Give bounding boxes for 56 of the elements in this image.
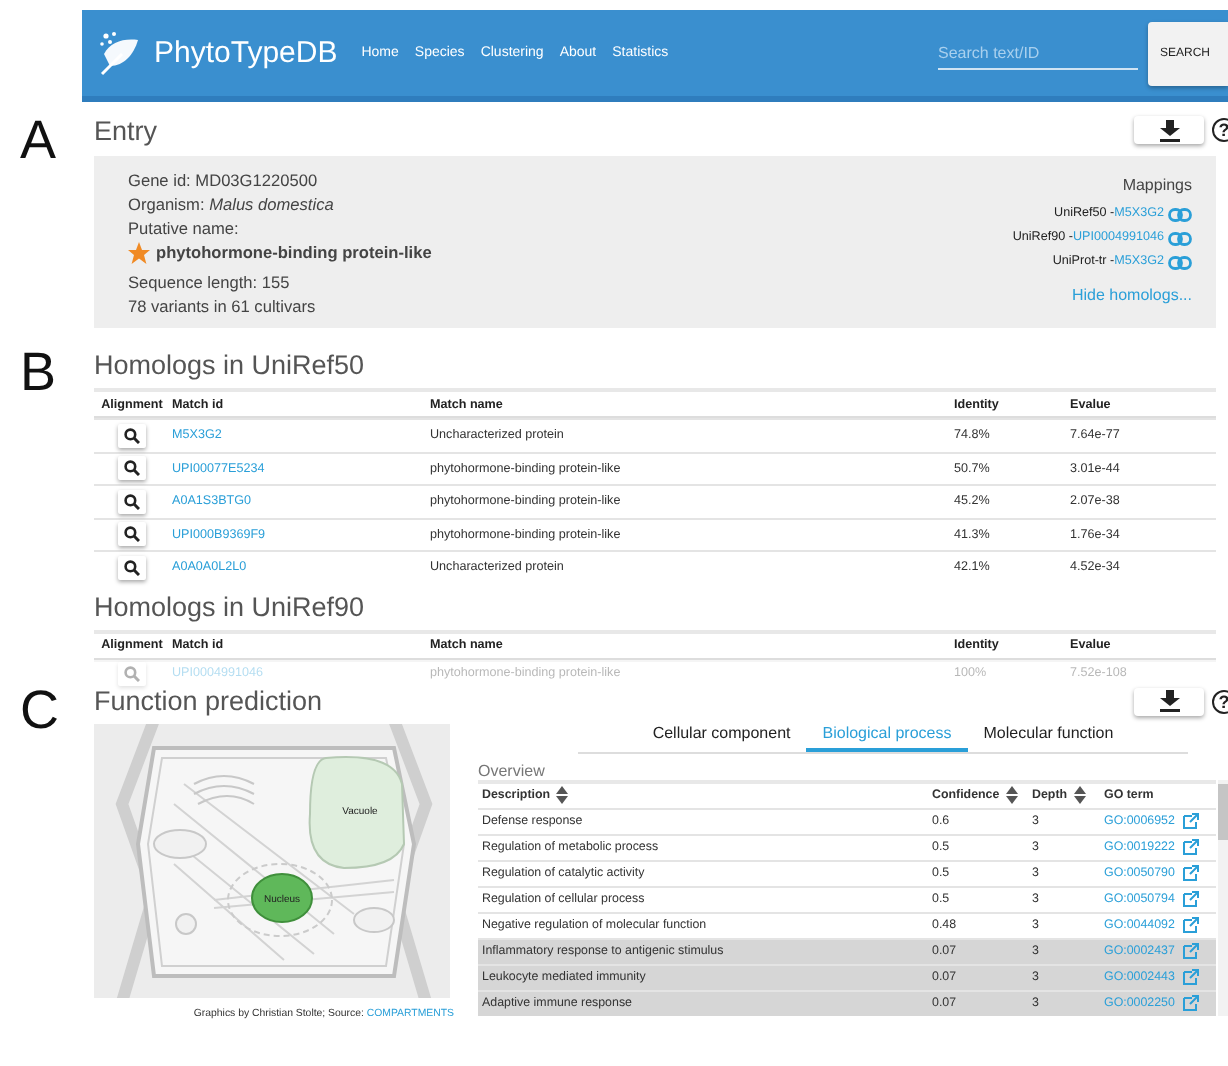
alignment-button[interactable] [118,456,146,481]
link-icon [1168,255,1192,269]
external-link-icon [1182,890,1201,908]
brand-name[interactable]: PhytoTypeDB [154,36,338,70]
alignment-button[interactable] [118,423,146,448]
entry-field: Gene id: MD03G1220500 [128,168,432,192]
download-button[interactable] [1134,116,1204,144]
external-link-icon [1182,838,1201,856]
mappings-title: Mappings [1122,176,1192,194]
scrollbar[interactable] [1218,779,1228,1015]
entry-field: Putative name: [128,216,432,240]
putative-name: phytohormone-binding protein-like [156,240,432,264]
entry-field: Organism: Malus domestica [128,192,432,216]
scrollbar-thumb[interactable] [1218,783,1228,839]
external-link-icon [1182,916,1201,934]
star-icon [128,241,150,263]
search-icon [124,559,140,576]
panel-label: A [18,114,59,168]
link-icon [1168,231,1192,245]
section-title: Entry [94,115,160,145]
external-link-icon [1182,994,1201,1012]
alignment-button[interactable] [118,555,146,580]
external-link-icon [1182,968,1201,986]
alignment-button[interactable] [118,489,146,514]
section-title: Homologs in UniRef90 [94,591,367,621]
help-icon[interactable]: ? [1212,689,1228,713]
help-icon[interactable]: ? [1212,118,1228,142]
entry-field: 78 variants in 61 cultivars [128,294,432,318]
section-title: Homologs in UniRef50 [94,350,367,380]
search-icon [124,493,140,510]
sort-icon [1073,786,1086,804]
tab[interactable]: Biological process [806,719,968,751]
tab[interactable]: Molecular function [967,719,1130,751]
search-field[interactable]: Search text/ID [938,37,1138,69]
link-icon [1168,207,1192,221]
sort-icon [1005,786,1018,804]
tab[interactable]: Cellular component [636,719,807,751]
sort-icon [556,786,569,804]
download-icon [1159,690,1179,712]
hide-homologs-link[interactable]: Hide homologs... [1071,286,1192,304]
alignment-button[interactable] [118,522,146,547]
search-icon [124,427,140,444]
search-icon [124,460,140,477]
panel-label: B [18,346,59,400]
search-icon [124,526,140,543]
section-title: Function prediction [94,686,325,716]
search-icon [124,665,140,681]
download-icon [1159,119,1179,141]
external-link-icon [1182,864,1201,882]
external-link-icon [1182,942,1201,960]
nucleus-shape [251,872,313,922]
panel-label: C [18,683,61,737]
entry-field: Sequence length: 155 [128,270,432,294]
table-caption: Overview [478,761,547,779]
download-button[interactable] [1134,687,1204,715]
external-link-icon [1182,812,1201,830]
